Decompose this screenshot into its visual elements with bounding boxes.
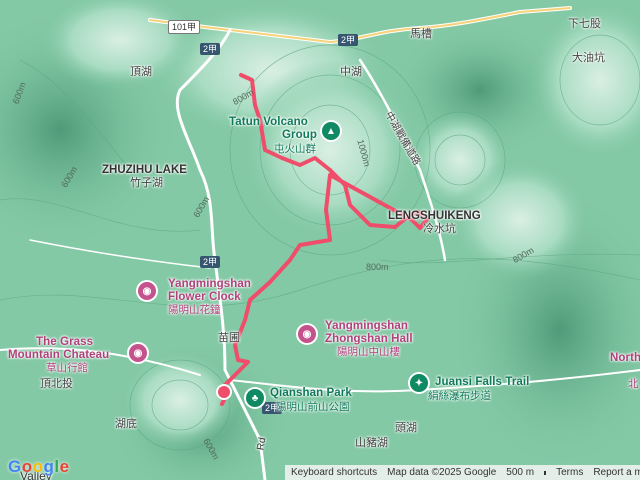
hiker-icon: ✦ — [410, 374, 428, 392]
poi-subtitle: 陽明山中山樓 — [337, 346, 400, 358]
place-label: 頂北投 — [40, 378, 73, 390]
place-label: 頂湖 — [130, 66, 152, 78]
poi-subtitle: 草山行館 — [46, 362, 88, 374]
poi-subtitle: 屯火山群 — [274, 143, 316, 155]
poi-title: Group — [282, 129, 317, 141]
place-label: 下七股 — [568, 18, 601, 30]
map-data-attribution: Map data ©2025 Google — [387, 467, 497, 478]
camera-icon: ◉ — [298, 325, 316, 343]
report-error-link[interactable]: Report a map error — [593, 467, 640, 478]
mountain-icon: ▲ — [322, 122, 340, 140]
keyboard-shortcuts-link[interactable]: Keyboard shortcuts — [291, 467, 377, 478]
road-shield: 101甲 — [168, 20, 201, 34]
poi-title: Zhongshan Hall — [325, 333, 413, 345]
terms-link[interactable]: Terms — [556, 467, 583, 478]
road-shield: 2甲 — [200, 43, 221, 55]
poi-title: Flower Clock — [168, 291, 241, 303]
google-logo: Google — [8, 457, 70, 476]
route-end-marker — [216, 384, 232, 400]
map-view[interactable]: 101甲 2甲 2甲 2甲 2甲 頂湖 中湖 馬槽 下七股 大油坑 ZHUZIH… — [0, 0, 640, 480]
poi-title: Tatun Volcano — [229, 116, 308, 128]
place-label: 苗圃 — [218, 332, 240, 344]
poi-subtitle: 陽明山前山公園 — [276, 401, 350, 413]
camera-icon: ◉ — [129, 344, 147, 362]
road-shield: 2甲 — [200, 256, 221, 268]
elevation-label: 800m — [366, 262, 389, 272]
place-label: 竹子湖 — [130, 177, 163, 189]
poi-title: North — [610, 352, 640, 364]
camera-icon: ◉ — [138, 282, 156, 300]
tree-icon: ♣ — [246, 389, 264, 407]
poi-title: The Grass — [36, 336, 94, 348]
place-label: 大油坑 — [572, 52, 605, 64]
poi-subtitle: 絹絲瀑布步道 — [428, 390, 491, 402]
place-label: 中湖 — [340, 66, 362, 78]
place-label: ZHUZIHU LAKE — [102, 164, 187, 176]
poi-subtitle: 陽明山花鐘 — [168, 304, 221, 316]
place-label: 冷水坑 — [423, 223, 456, 235]
map-footer: Keyboard shortcuts Map data ©2025 Google… — [285, 465, 640, 480]
scale-label[interactable]: 500 m — [506, 467, 534, 478]
poi-title: Yangmingshan — [325, 320, 408, 332]
road-name-label: Rd — [255, 436, 269, 452]
place-label: 湖底 — [115, 418, 137, 430]
place-label: LENGSHUIKENG — [388, 210, 481, 222]
poi-title: Qianshan Park — [270, 387, 352, 399]
poi-subtitle: 北 — [628, 378, 639, 390]
poi-title: Mountain Chateau — [8, 349, 110, 361]
place-label: 馬槽 — [410, 28, 432, 40]
place-label: 頭湖 — [395, 422, 417, 434]
road-shield: 2甲 — [338, 34, 359, 46]
scale-bar — [544, 470, 547, 475]
poi-title: Juansi Falls Trail — [435, 376, 530, 388]
place-label: 山豬湖 — [355, 437, 388, 449]
poi-title: Yangmingshan — [168, 278, 251, 290]
